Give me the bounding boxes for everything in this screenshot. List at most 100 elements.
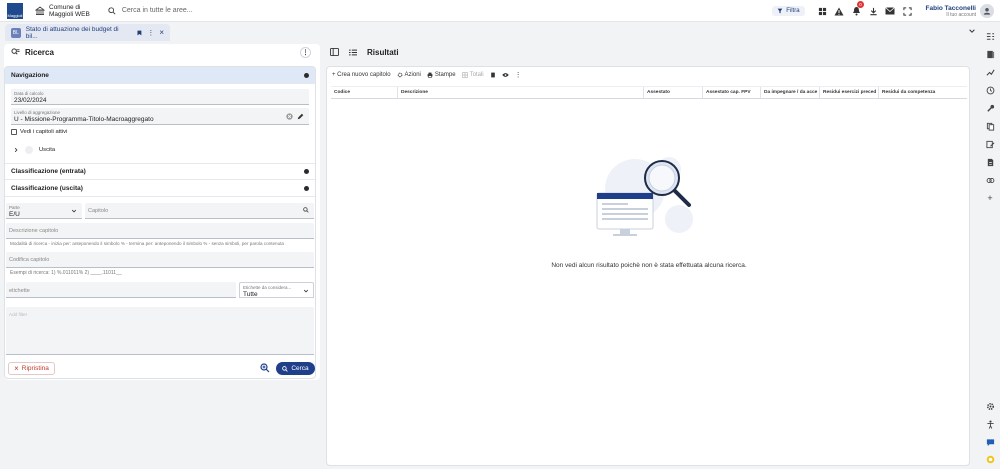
collapse-dot-icon[interactable]	[304, 169, 309, 174]
parte-select[interactable]: Parte E/U	[6, 203, 82, 219]
azioni-button[interactable]: Azioni	[397, 72, 421, 78]
filter-label: Filtra	[786, 8, 800, 14]
filter-icon	[777, 8, 783, 14]
tree-radio-icon[interactable]	[25, 146, 33, 154]
tab-more-icon[interactable]: ⋮	[147, 29, 154, 37]
fullscreen-icon[interactable]	[900, 4, 914, 18]
eye-icon[interactable]	[501, 72, 509, 78]
notification-badge: 0	[857, 1, 865, 8]
section-class-uscita[interactable]: Classificazione (uscita)	[5, 180, 315, 197]
stampe-label: Stampe	[434, 72, 456, 78]
cerca-button[interactable]: Cerca	[276, 362, 315, 375]
descrizione-field[interactable]: Descrizione capitolo	[6, 223, 314, 239]
search-input[interactable]: Cerca in tutte le aree...	[122, 7, 193, 14]
settings-icon[interactable]	[980, 397, 1000, 415]
column-header[interactable]: Codice	[331, 87, 398, 98]
checkbox-icon[interactable]	[11, 129, 17, 135]
totali-button[interactable]: Totali	[461, 72, 484, 78]
add-filter-textarea[interactable]: Add filter	[6, 307, 314, 355]
search-icon	[108, 6, 116, 15]
global-search[interactable]: Cerca in tutte le aree...	[108, 6, 193, 15]
tab-stato-attuazione[interactable]: BL Stato di attuazione dei budget di bil…	[5, 24, 170, 41]
search-icon[interactable]	[303, 207, 309, 213]
tool-icon[interactable]	[980, 99, 1000, 117]
pencil-icon[interactable]	[297, 113, 304, 120]
sidebar-toggle-icon[interactable]	[330, 48, 339, 56]
chevron-down-icon	[303, 289, 309, 293]
gear-icon	[397, 72, 402, 78]
data-calcolo-label: Data di calcolo	[14, 91, 44, 96]
copy-icon[interactable]	[980, 117, 1000, 135]
bell-icon[interactable]: 0	[849, 1, 865, 18]
right-rail: +	[980, 23, 1000, 469]
top-bar: Maggioli Comune di Maggioli WEB Cerca in…	[0, 0, 1000, 22]
chevron-right-icon[interactable]	[13, 147, 19, 153]
azioni-label: Azioni	[404, 72, 421, 78]
close-icon: ×	[14, 364, 19, 373]
column-header[interactable]: Assestato cap. FPV	[703, 87, 761, 98]
book-icon[interactable]	[980, 45, 1000, 63]
column-header[interactable]: Residui da competenza	[879, 87, 938, 98]
accessibility-icon[interactable]	[980, 415, 1000, 433]
livello-aggregazione-field[interactable]: Livello di aggregazione U - Missione-Pro…	[11, 108, 309, 125]
tab-close-icon[interactable]: ×	[159, 28, 164, 37]
column-header[interactable]: Da impegnare / da acce	[761, 87, 820, 98]
user-account[interactable]: Fabio Tacconelli Il tuo account	[926, 5, 980, 18]
collapse-dot-icon[interactable]	[304, 185, 309, 191]
codifica-field[interactable]: Codifica capitolo	[6, 252, 314, 268]
link-icon[interactable]	[980, 171, 1000, 189]
column-header[interactable]: Residui esercizi preced	[820, 87, 879, 98]
chat-icon[interactable]	[980, 433, 1000, 451]
etichette-consider-value: Tutte	[243, 291, 258, 298]
apps-icon[interactable]	[815, 4, 829, 18]
mail-icon[interactable]	[883, 4, 897, 18]
tree-item-uscita[interactable]: Uscita	[13, 146, 55, 154]
bookmark-icon[interactable]	[490, 72, 496, 78]
toolbar-more-icon[interactable]: ⋮	[515, 71, 522, 79]
bookmark-icon[interactable]	[137, 30, 142, 36]
history-icon[interactable]	[980, 81, 1000, 99]
warning-icon[interactable]	[832, 4, 846, 18]
budget-app-icon-text: BL	[12, 29, 19, 36]
edit-icon[interactable]	[980, 135, 1000, 153]
etichette-placeholder: etichette	[9, 288, 30, 294]
etichette-consider-select[interactable]: Etichette da considera... Tutte	[239, 282, 314, 298]
collapse-dot-icon[interactable]	[304, 72, 309, 78]
download-icon[interactable]	[866, 4, 880, 18]
chevron-down-icon	[71, 209, 77, 213]
parte-value: E/U	[9, 211, 20, 218]
data-calcolo-field[interactable]: Data di calcolo 23/02/2024	[11, 89, 309, 105]
column-header[interactable]: Assestato	[644, 87, 703, 98]
budget-app-icon: BL	[11, 27, 21, 38]
etichette-field[interactable]: etichette	[6, 282, 236, 298]
help-icon[interactable]	[980, 450, 1000, 468]
stampe-button[interactable]: Stampe	[427, 72, 456, 78]
more-options-icon[interactable]: ⋮	[300, 47, 311, 58]
data-calcolo-value: 23/02/2024	[14, 97, 47, 104]
plus-icon[interactable]: +	[980, 189, 1000, 207]
app-name: Comune di Maggioli WEB	[49, 4, 90, 18]
avatar[interactable]	[980, 4, 994, 18]
livello-label: Livello di aggregazione	[14, 110, 61, 115]
ripristina-button[interactable]: × Ripristina	[8, 362, 55, 375]
maggioli-logo[interactable]: Maggioli	[7, 2, 23, 19]
livello-value: U - Missione-Programma-Titolo-Macroaggre…	[14, 116, 154, 123]
trend-icon[interactable]	[980, 63, 1000, 81]
section-class-entrata-label: Classificazione (entrata)	[11, 168, 86, 175]
section-class-entrata[interactable]: Classificazione (entrata)	[5, 163, 315, 180]
user-subtitle: Il tuo account	[946, 11, 976, 18]
totali-label: Totali	[469, 72, 484, 78]
panel-icon[interactable]	[980, 27, 1000, 45]
crea-capitolo-button[interactable]: + Crea nuovo capitolo	[332, 72, 391, 78]
zoom-search-icon[interactable]	[260, 363, 270, 373]
section-navigazione[interactable]: Navigazione	[5, 67, 315, 84]
clear-icon[interactable]	[286, 113, 293, 120]
list-icon	[349, 49, 357, 55]
document-icon[interactable]	[980, 153, 1000, 171]
vedi-capitoli-checkbox[interactable]: Vedi i capitoli attivi	[11, 129, 67, 135]
capitolo-field[interactable]: Capitolo	[85, 203, 314, 219]
chevron-down-icon[interactable]	[968, 27, 976, 35]
etichette-consider-label: Etichette da considera...	[243, 285, 292, 290]
filter-button[interactable]: Filtra	[772, 6, 805, 16]
column-header[interactable]: Descrizione	[398, 87, 644, 98]
